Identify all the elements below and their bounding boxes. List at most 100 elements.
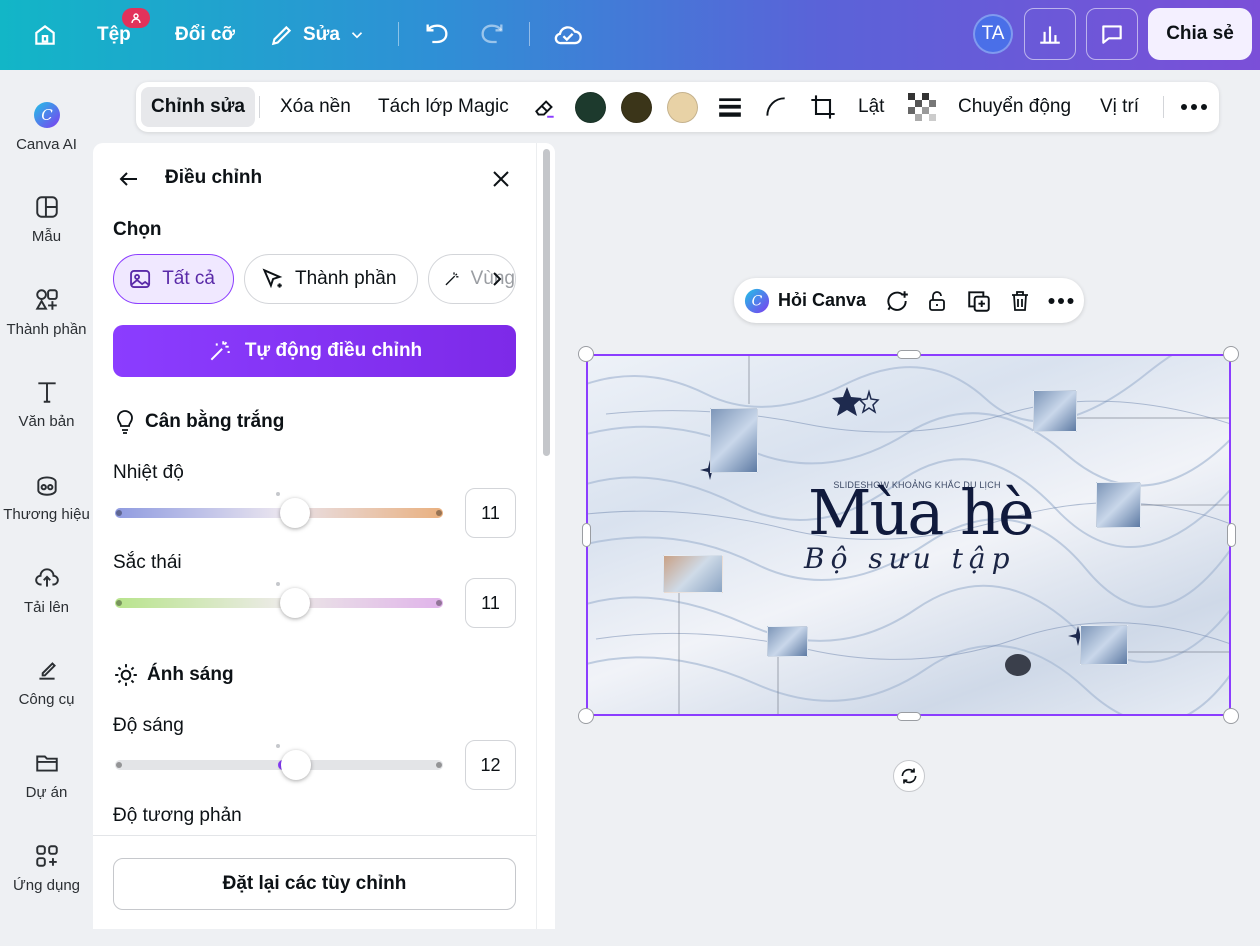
lock-button[interactable] <box>925 278 949 323</box>
design-subtitle[interactable]: Bộ sưu tập <box>804 542 1016 575</box>
tint-value[interactable]: 11 <box>465 578 516 628</box>
adjust-panel: Điều chỉnh Chọn Tất cả Thành phần Vùng T… <box>93 143 555 929</box>
ask-canva-label: Hỏi Canva <box>778 290 867 310</box>
more-options-button[interactable] <box>1180 82 1208 132</box>
brand-icon <box>32 470 62 500</box>
tint-track <box>115 598 443 608</box>
crop-button[interactable] <box>809 82 837 132</box>
design-title[interactable]: Mùa hè <box>808 476 1035 549</box>
photo-thumbnail[interactable] <box>663 555 723 593</box>
edit-image-button[interactable]: Chỉnh sửa <box>141 87 255 127</box>
resize-handle-bottom[interactable] <box>897 712 921 721</box>
photo-thumbnail[interactable] <box>1096 482 1141 528</box>
magic-layers-button[interactable]: Tách lớp Magic <box>378 82 509 132</box>
chip-elements[interactable]: Thành phần <box>244 254 418 304</box>
resize-handle-left[interactable] <box>582 523 591 547</box>
eraser-button[interactable] <box>532 82 558 132</box>
photo-thumbnail[interactable] <box>767 626 808 657</box>
scroll-thumb[interactable] <box>543 149 550 456</box>
temperature-thumb[interactable] <box>280 498 310 528</box>
rail-item-tools[interactable]: Công cụ <box>0 655 93 708</box>
rail-item-projects[interactable]: Dự án <box>0 748 93 801</box>
resize-handle-top[interactable] <box>897 350 921 359</box>
more-options-button[interactable] <box>1048 278 1074 323</box>
left-rail: C Canva AI Mẫu Thành phần Văn bản Thương… <box>0 70 93 946</box>
color-swatch-1[interactable] <box>575 92 606 123</box>
rail-item-apps[interactable]: Ứng dụng <box>0 841 93 894</box>
resize-handle-bottom-left[interactable] <box>578 708 594 724</box>
back-arrow-icon[interactable] <box>117 167 141 191</box>
avatar[interactable]: TA <box>973 14 1013 54</box>
divider <box>398 22 399 46</box>
auto-adjust-button[interactable]: Tự động điều chỉnh <box>113 325 516 377</box>
animate-button[interactable]: Chuyển động <box>958 82 1071 132</box>
flip-button[interactable]: Lật <box>858 82 884 132</box>
resize-handle-top-right[interactable] <box>1223 346 1239 362</box>
tint-label: Sắc thái <box>113 552 182 573</box>
tint-thumb[interactable] <box>280 588 310 618</box>
design-page[interactable]: SLIDESHOW KHOẢNG KHẮC DU LỊCH Mùa hè Bộ … <box>586 354 1231 716</box>
rotate-button[interactable] <box>893 760 925 792</box>
photo-thumbnail[interactable] <box>1080 625 1128 665</box>
insights-button[interactable] <box>1024 8 1076 60</box>
magic-layers-label: Tách lớp Magic <box>378 96 509 117</box>
chip-all[interactable]: Tất cả <box>113 254 234 304</box>
position-label: Vị trí <box>1100 96 1140 117</box>
rail-item-text[interactable]: Văn bản <box>0 377 93 430</box>
rail-item-brand[interactable]: Thương hiệu <box>0 470 93 523</box>
rail-label: Mẫu <box>31 228 62 245</box>
transparency-button[interactable] <box>908 82 936 132</box>
bg-remove-button[interactable]: Xóa nền <box>280 82 351 132</box>
resize-handle-top-left[interactable] <box>578 346 594 362</box>
resize-handle-right[interactable] <box>1227 523 1236 547</box>
light-label: Ánh sáng <box>147 664 234 685</box>
delete-button[interactable] <box>1008 278 1032 323</box>
rail-item-uploads[interactable]: Tải lên <box>0 563 93 616</box>
divider <box>529 22 530 46</box>
corner-rounding-button[interactable] <box>763 82 789 132</box>
select-section-label: Chọn <box>113 219 162 240</box>
reset-adjustments-button[interactable]: Đặt lại các tùy chỉnh <box>113 858 516 910</box>
sun-icon <box>115 664 137 686</box>
color-swatch-3[interactable] <box>667 92 698 123</box>
temperature-value[interactable]: 11 <box>465 488 516 538</box>
panel-title: Điều chỉnh <box>165 167 263 188</box>
photo-thumbnail[interactable] <box>1033 390 1077 432</box>
rail-item-templates[interactable]: Mẫu <box>0 192 93 245</box>
position-button[interactable]: Vị trí <box>1100 82 1139 132</box>
center-mark <box>276 582 280 586</box>
comments-button[interactable] <box>1086 8 1138 60</box>
close-icon[interactable] <box>489 167 513 191</box>
color-swatch-2[interactable] <box>621 92 652 123</box>
photo-thumbnail[interactable] <box>710 408 758 473</box>
cloud-check-icon <box>554 26 582 45</box>
cloud-save-status[interactable] <box>553 0 583 70</box>
share-button[interactable]: Chia sẻ <box>1148 8 1252 60</box>
brightness-value[interactable]: 12 <box>465 740 516 790</box>
rail-item-elements[interactable]: Thành phần <box>0 285 93 338</box>
resize-button[interactable]: Đổi cỡ <box>175 0 235 70</box>
edit-mode-label: Sửa <box>303 24 340 45</box>
edit-mode-dropdown[interactable]: Sửa <box>269 0 366 70</box>
duplicate-button[interactable] <box>966 278 992 323</box>
border-style-button[interactable] <box>717 82 743 132</box>
resize-handle-bottom-right[interactable] <box>1223 708 1239 724</box>
panel-scrollbar[interactable] <box>536 143 555 929</box>
rail-item-canva-ai[interactable]: C Canva AI <box>0 100 93 153</box>
chevron-right-icon[interactable] <box>490 270 504 288</box>
add-comment-button[interactable] <box>884 278 910 323</box>
context-toolbar: Chỉnh sửa Xóa nền Tách lớp Magic Lật Chu… <box>136 82 1219 132</box>
home-button[interactable] <box>32 0 58 70</box>
eraser-icon <box>535 100 554 118</box>
redo-button[interactable] <box>478 0 506 70</box>
ask-canva-button[interactable]: C Hỏi Canva <box>744 278 866 323</box>
brightness-slider[interactable] <box>113 744 445 780</box>
brightness-thumb[interactable] <box>281 750 311 780</box>
bg-remove-label: Xóa nền <box>280 96 351 117</box>
text-icon <box>32 377 62 407</box>
avatar-initials: TA <box>981 23 1005 44</box>
tint-slider[interactable] <box>113 582 445 618</box>
contrast-label: Độ tương phản <box>113 805 242 826</box>
undo-button[interactable] <box>423 0 451 70</box>
temperature-slider[interactable] <box>113 492 445 528</box>
